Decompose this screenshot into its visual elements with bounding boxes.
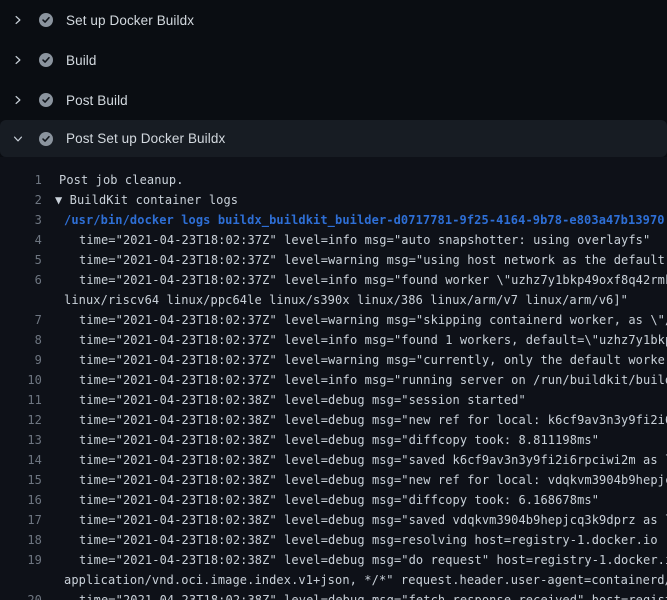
log-line: 3/usr/bin/docker logs buildx_buildkit_bu… — [0, 210, 667, 230]
steps-list: Set up Docker Buildx Build Post Build — [0, 0, 667, 157]
log-line-text: time="2021-04-23T18:02:38Z" level=debug … — [79, 450, 667, 470]
log-line-number[interactable]: 3 — [0, 210, 42, 230]
log-line: 2 ▼ BuildKit container logs — [0, 190, 667, 210]
log-line-number — [0, 570, 42, 590]
step-label: Build — [66, 53, 97, 68]
log-line-text: time="2021-04-23T18:02:38Z" level=debug … — [79, 550, 667, 570]
log-rows: 1 Post job cleanup. 2 ▼ BuildKit container … — [0, 170, 667, 600]
log-line: 4 time="2021-04-23T18:02:37Z" level=info … — [0, 230, 667, 250]
log-line-number[interactable]: 7 — [0, 310, 42, 330]
log-line-number[interactable]: 13 — [0, 430, 42, 450]
log-line: 17 time="2021-04-23T18:02:38Z" level=debu… — [0, 510, 667, 530]
step-label: Post Build — [66, 93, 128, 108]
log-line: 8 time="2021-04-23T18:02:37Z" level=info … — [0, 330, 667, 350]
step-post-build[interactable]: Post Build — [0, 80, 667, 120]
log-line: 16 time="2021-04-23T18:02:38Z" level=debu… — [0, 490, 667, 510]
log-line: 15 time="2021-04-23T18:02:38Z" level=debu… — [0, 470, 667, 490]
log-line-text: Post job cleanup. — [59, 170, 184, 190]
step-label: Post Set up Docker Buildx — [66, 131, 225, 146]
log-line-number[interactable]: 5 — [0, 250, 42, 270]
log-line-text: time="2021-04-23T18:02:38Z" level=debug … — [79, 470, 667, 490]
log-line-text: time="2021-04-23T18:02:38Z" level=debug … — [79, 490, 599, 510]
log-line-text: time="2021-04-23T18:02:38Z" level=debug … — [79, 430, 599, 450]
chevron-right-icon — [13, 55, 23, 65]
log-line-number[interactable]: 1 — [0, 170, 42, 190]
log-line-number[interactable]: 12 — [0, 410, 42, 430]
log-line: 18 time="2021-04-23T18:02:38Z" level=debu… — [0, 530, 667, 550]
log-line-number — [0, 290, 42, 310]
log-line-number[interactable]: 2 — [0, 190, 42, 210]
log-viewer: 1 Post job cleanup. 2 ▼ BuildKit container … — [0, 157, 667, 600]
check-circle-icon — [39, 53, 53, 67]
check-circle-icon — [39, 93, 53, 107]
check-circle-icon — [39, 132, 53, 146]
log-line: 12 time="2021-04-23T18:02:38Z" level=debu… — [0, 410, 667, 430]
log-line: 13 time="2021-04-23T18:02:38Z" level=debu… — [0, 430, 667, 450]
log-group-toggle[interactable]: ▼ BuildKit container logs — [55, 190, 238, 210]
step-build[interactable]: Build — [0, 40, 667, 80]
log-line-text: time="2021-04-23T18:02:38Z" level=debug … — [79, 510, 667, 530]
log-line-text: time="2021-04-23T18:02:37Z" level=warnin… — [79, 250, 667, 270]
log-line-number[interactable]: 18 — [0, 530, 42, 550]
log-line-text: time="2021-04-23T18:02:37Z" level=info m… — [79, 230, 650, 250]
log-line: 1 Post job cleanup. — [0, 170, 667, 190]
check-circle-icon — [39, 13, 53, 27]
step-label: Set up Docker Buildx — [66, 13, 194, 28]
chevron-down-icon — [13, 134, 23, 144]
step-post-set-up-docker-buildx[interactable]: Post Set up Docker Buildx — [0, 120, 667, 157]
log-line: linux/riscv64 linux/ppc64le linux/s390x … — [0, 290, 667, 310]
log-line: 6 time="2021-04-23T18:02:37Z" level=info … — [0, 270, 667, 290]
log-line: 14 time="2021-04-23T18:02:38Z" level=debu… — [0, 450, 667, 470]
log-line-number[interactable]: 6 — [0, 270, 42, 290]
chevron-right-icon — [13, 95, 23, 105]
log-line: application/vnd.oci.image.index.v1+json,… — [0, 570, 667, 590]
log-line-text: time="2021-04-23T18:02:37Z" level=info m… — [79, 370, 667, 390]
log-line-number[interactable]: 11 — [0, 390, 42, 410]
log-line: 9 time="2021-04-23T18:02:37Z" level=warni… — [0, 350, 667, 370]
log-line-number[interactable]: 15 — [0, 470, 42, 490]
log-line-number[interactable]: 10 — [0, 370, 42, 390]
log-line-text: time="2021-04-23T18:02:37Z" level=warnin… — [79, 310, 667, 330]
log-line: 7 time="2021-04-23T18:02:37Z" level=warni… — [0, 310, 667, 330]
log-line-number[interactable]: 8 — [0, 330, 42, 350]
log-line: 20 time="2021-04-23T18:02:38Z" level=debu… — [0, 590, 667, 600]
chevron-right-icon — [13, 15, 23, 25]
log-line: 10 time="2021-04-23T18:02:37Z" level=info… — [0, 370, 667, 390]
step-set-up-docker-buildx[interactable]: Set up Docker Buildx — [0, 0, 667, 40]
log-line-text: /usr/bin/docker logs buildx_buildkit_bui… — [64, 210, 665, 230]
log-line-text: application/vnd.oci.image.index.v1+json,… — [64, 570, 667, 590]
log-line-text: time="2021-04-23T18:02:38Z" level=debug … — [79, 390, 526, 410]
log-line-text: time="2021-04-23T18:02:37Z" level=info m… — [79, 270, 667, 290]
log-line-text: time="2021-04-23T18:02:37Z" level=info m… — [79, 330, 667, 350]
log-line-text: time="2021-04-23T18:02:37Z" level=warnin… — [79, 350, 667, 370]
log-line-text: time="2021-04-23T18:02:38Z" level=debug … — [79, 410, 667, 430]
actions-log-panel: Set up Docker Buildx Build Post Build — [0, 0, 667, 600]
log-line-text: time="2021-04-23T18:02:38Z" level=debug … — [79, 590, 667, 600]
log-line-text: linux/riscv64 linux/ppc64le linux/s390x … — [64, 290, 628, 310]
log-line-number[interactable]: 19 — [0, 550, 42, 570]
log-line-text: time="2021-04-23T18:02:38Z" level=debug … — [79, 530, 658, 550]
log-line-number[interactable]: 4 — [0, 230, 42, 250]
log-line: 19 time="2021-04-23T18:02:38Z" level=debu… — [0, 550, 667, 570]
log-line-number[interactable]: 14 — [0, 450, 42, 470]
log-line-number[interactable]: 16 — [0, 490, 42, 510]
log-line-number[interactable]: 20 — [0, 590, 42, 600]
log-line-number[interactable]: 17 — [0, 510, 42, 530]
log-line-number[interactable]: 9 — [0, 350, 42, 370]
log-line: 11 time="2021-04-23T18:02:38Z" level=debu… — [0, 390, 667, 410]
log-line: 5 time="2021-04-23T18:02:37Z" level=warni… — [0, 250, 667, 270]
